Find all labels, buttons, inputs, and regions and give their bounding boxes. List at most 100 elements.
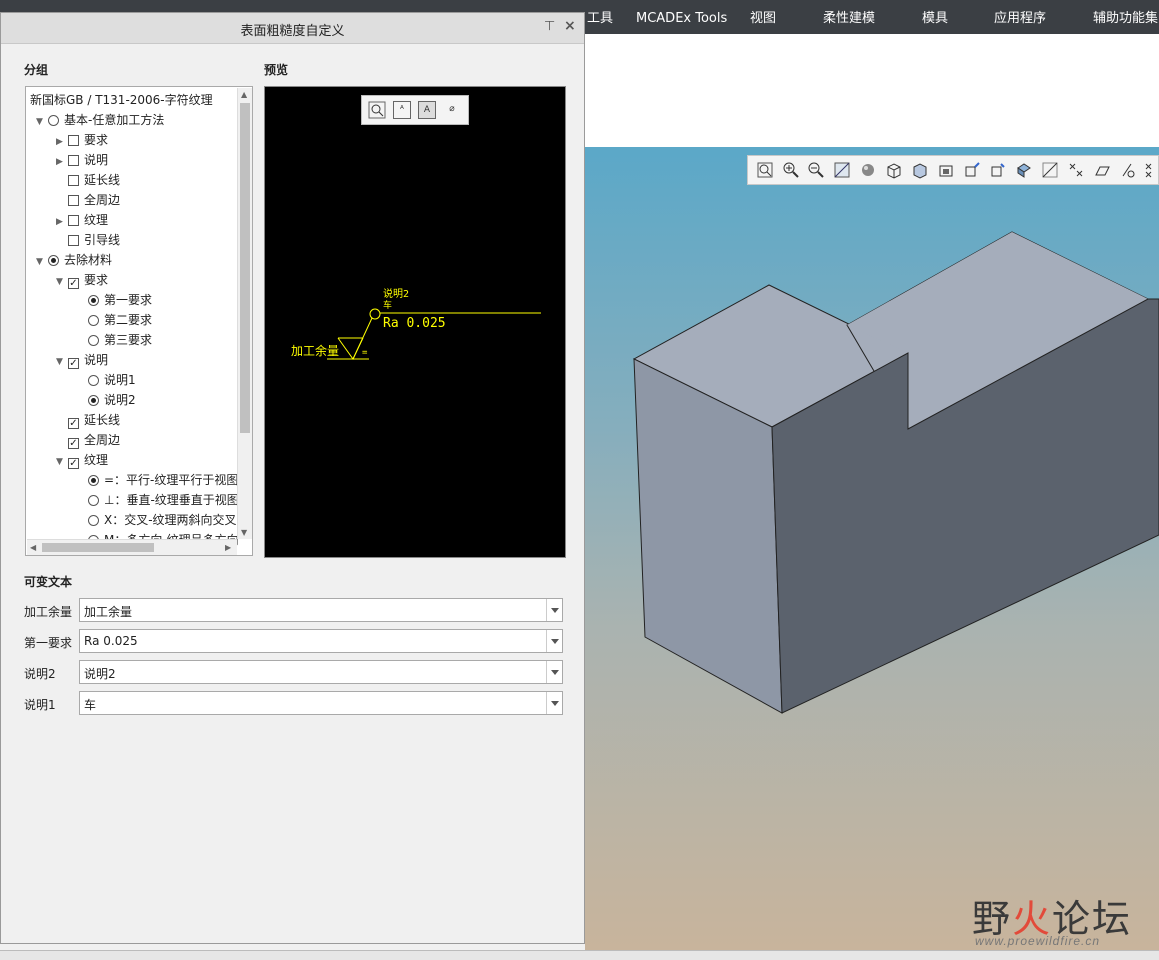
zoom-in-icon[interactable] — [782, 161, 800, 179]
display-style-icon[interactable] — [859, 161, 877, 179]
chevron-down-icon[interactable] — [546, 599, 562, 621]
spin-center-icon[interactable] — [963, 161, 981, 179]
tree-item-label: 说明 — [84, 353, 109, 367]
tree-item[interactable]: ✓ 延长线 — [68, 410, 120, 430]
zoom-out-icon[interactable] — [807, 161, 825, 179]
ra-text: Ra 0.025 — [383, 316, 446, 331]
expand-icon[interactable]: ▶ — [56, 212, 68, 232]
collapse-icon[interactable]: ▼ — [56, 452, 68, 472]
tree-radio[interactable] — [88, 395, 99, 406]
symbol-tree[interactable]: 新国标GB / T131-2006-字符纹理 ▼ 基本-任意加工方法 ▶ 要求 ▶ 说明 延长… — [25, 86, 253, 556]
collapse-icon[interactable]: ▼ — [56, 272, 68, 292]
point-display-icon[interactable] — [1067, 161, 1085, 179]
menu-mold[interactable]: 模具 — [922, 0, 948, 34]
dialog-titlebar[interactable]: 表面粗糙度自定义 ⊤ × — [1, 13, 584, 44]
tree-radio[interactable] — [88, 295, 99, 306]
scroll-right-icon[interactable]: ▶ — [225, 543, 231, 552]
plane-display-icon[interactable] — [1015, 161, 1033, 179]
axis-display-icon[interactable] — [1041, 161, 1059, 179]
tree-vertical-thumb[interactable] — [240, 103, 250, 433]
tree-item[interactable]: 全周边 — [68, 190, 120, 210]
tree-item[interactable]: ▼ ✓ 要求 — [56, 270, 108, 290]
tree-vertical-scrollbar[interactable]: ▲ ▼ — [237, 88, 252, 539]
tree-item[interactable]: 新国标GB / T131-2006-字符纹理 — [30, 90, 213, 110]
close-icon[interactable]: × — [564, 18, 576, 34]
tree-checkbox[interactable]: ✓ — [68, 278, 79, 289]
tree-item[interactable]: ▶ 说明 — [56, 150, 108, 170]
tree-radio[interactable] — [88, 375, 99, 386]
tree-item[interactable]: ▼ 基本-任意加工方法 — [36, 110, 164, 130]
refit-icon[interactable] — [756, 161, 774, 179]
tree-item[interactable]: 第三要求 — [88, 330, 152, 350]
tree-checkbox[interactable] — [68, 175, 79, 186]
tree-item[interactable]: 第二要求 — [88, 310, 152, 330]
menu-view[interactable]: 视图 — [750, 0, 776, 34]
tree-radio[interactable] — [88, 335, 99, 346]
saved-views-icon[interactable] — [885, 161, 903, 179]
tree-checkbox[interactable] — [68, 195, 79, 206]
vt-label-note1: 说明1 — [24, 698, 56, 712]
tree-radio[interactable] — [88, 515, 99, 526]
scroll-left-icon[interactable]: ◀ — [30, 543, 36, 552]
tree-radio[interactable] — [88, 475, 99, 486]
tree-item[interactable]: X：交叉-纹理两斜向交叉 — [88, 510, 237, 530]
chevron-down-icon[interactable] — [546, 661, 562, 683]
tree-item[interactable]: 引导线 — [68, 230, 120, 250]
tree-checkbox[interactable] — [68, 235, 79, 246]
tree-item[interactable]: ▶ 要求 — [56, 130, 108, 150]
tree-radio[interactable] — [48, 115, 59, 126]
tree-item[interactable]: 说明2 — [88, 390, 136, 410]
tree-horizontal-thumb[interactable] — [42, 543, 154, 552]
menu-mcadex-tools[interactable]: MCADEx Tools — [636, 0, 727, 34]
tree-checkbox[interactable] — [68, 135, 79, 146]
note1-combo[interactable]: 车 — [79, 691, 563, 715]
tree-item[interactable]: ⊥：垂直-纹理垂直于视图 — [88, 490, 239, 510]
tree-checkbox[interactable] — [68, 155, 79, 166]
tree-item[interactable]: ▼ 去除材料 — [36, 250, 112, 270]
tree-checkbox[interactable]: ✓ — [68, 438, 79, 449]
note-display-icon[interactable] — [1119, 161, 1137, 179]
note2-combo[interactable]: 说明2 — [79, 660, 563, 684]
tree-radio[interactable] — [88, 495, 99, 506]
more-icon[interactable] — [1143, 161, 1159, 179]
menu-tools[interactable]: 工具 — [587, 0, 613, 34]
vt-label-note2: 说明2 — [24, 667, 56, 681]
tree-item[interactable]: ▼ ✓ 说明 — [56, 350, 108, 370]
tree-item[interactable]: 延长线 — [68, 170, 120, 190]
first-requirement-combo[interactable]: Ra 0.025 — [79, 629, 563, 653]
tree-horizontal-scrollbar[interactable]: ◀ ▶ — [27, 539, 237, 555]
csys-display-icon[interactable] — [1093, 161, 1111, 179]
collapse-icon[interactable]: ▼ — [36, 252, 48, 272]
scroll-down-icon[interactable]: ▼ — [241, 528, 247, 537]
graphics-viewport[interactable] — [585, 147, 1159, 950]
chevron-down-icon[interactable] — [546, 630, 562, 652]
expand-icon[interactable]: ▶ — [56, 132, 68, 152]
tree-item[interactable]: ▼ ✓ 纹理 — [56, 450, 108, 470]
tree-item[interactable]: =：平行-纹理平行于视图 — [88, 470, 238, 490]
menu-flexible-modeling[interactable]: 柔性建模 — [823, 0, 875, 34]
tree-item[interactable]: ▶ 纹理 — [56, 210, 108, 230]
menu-auxiliary-functions[interactable]: 辅助功能集 — [1093, 0, 1158, 34]
collapse-icon[interactable]: ▼ — [36, 112, 48, 132]
collapse-icon[interactable]: ▼ — [56, 352, 68, 372]
chevron-down-icon[interactable] — [546, 692, 562, 714]
tree-checkbox[interactable]: ✓ — [68, 418, 79, 429]
tree-radio[interactable] — [88, 315, 99, 326]
tree-checkbox[interactable]: ✓ — [68, 458, 79, 469]
scroll-up-icon[interactable]: ▲ — [241, 90, 247, 99]
tree-item[interactable]: ✓ 全周边 — [68, 430, 120, 450]
tree-item[interactable]: 说明1 — [88, 370, 136, 390]
expand-icon[interactable]: ▶ — [56, 152, 68, 172]
view-manager-icon[interactable] — [911, 161, 929, 179]
pin-icon[interactable]: ⊤ — [544, 19, 555, 34]
repaint-icon[interactable] — [833, 161, 851, 179]
tree-checkbox[interactable] — [68, 215, 79, 226]
tree-checkbox[interactable]: ✓ — [68, 358, 79, 369]
tree-item-label: 去除材料 — [64, 253, 113, 267]
tree-item[interactable]: 第一要求 — [88, 290, 152, 310]
allowance-combo[interactable]: 加工余量 — [79, 598, 563, 622]
menu-applications[interactable]: 应用程序 — [994, 0, 1046, 34]
perspective-icon[interactable] — [937, 161, 955, 179]
annotation-display-icon[interactable] — [989, 161, 1007, 179]
tree-radio[interactable] — [48, 255, 59, 266]
